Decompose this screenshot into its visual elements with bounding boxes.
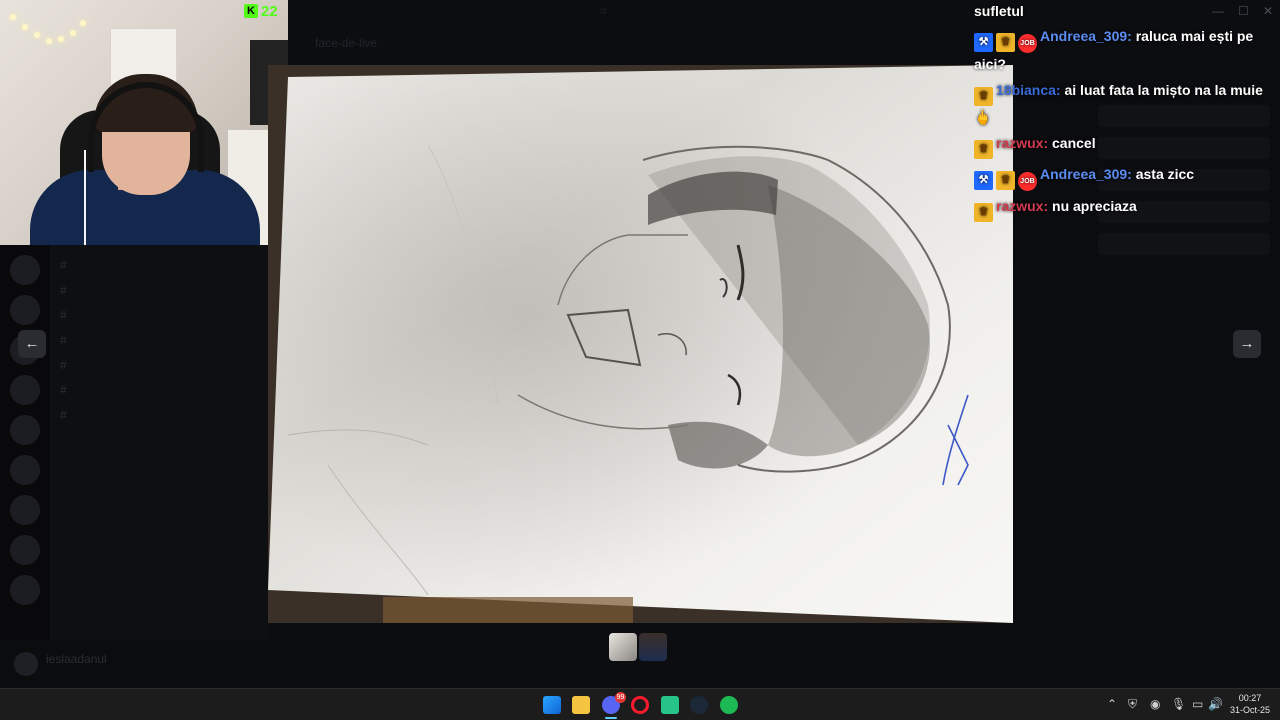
discord-notification-badge: 99 [615, 692, 626, 703]
server-icon[interactable] [10, 575, 40, 605]
drawing-thumbnail[interactable] [609, 633, 637, 661]
stream-chat-overlay: sufletul ⚒ ♛ JOB Andreea_309: raluca mai eș… [969, 0, 1274, 226]
chat-message: ⚒ ♛ JOB Andreea_309: raluca mai ești pe aic… [974, 25, 1270, 75]
window-title: ⌗ [600, 4, 607, 18]
viewer-count-badge: K 22 [244, 2, 278, 20]
headset-cable [84, 150, 86, 245]
job-badge-icon: JOB [1018, 34, 1037, 53]
fairy-light [10, 14, 16, 20]
chat-text: asta zicc [1135, 166, 1195, 182]
server-rail [0, 245, 50, 688]
fairy-light [22, 24, 28, 30]
chat-username[interactable]: Andreea_309: [1040, 166, 1132, 182]
chat-username[interactable]: razwux: [996, 198, 1048, 214]
vip-crown-icon: ♛ [996, 33, 1015, 52]
previous-image-button[interactable]: ← [18, 330, 46, 358]
channel-item-active[interactable]: # [60, 328, 268, 353]
moderator-badge-icon: ⚒ [974, 171, 993, 190]
member-item[interactable] [1098, 233, 1270, 255]
server-icon[interactable] [10, 495, 40, 525]
file-explorer-icon[interactable] [572, 696, 590, 714]
server-icon[interactable] [10, 535, 40, 565]
dim-channel-header: face-de-live [315, 36, 378, 50]
server-icon[interactable] [10, 415, 40, 445]
windows-start-icon[interactable] [543, 696, 561, 714]
chat-message: ♛ razwux: nu apreciaza [974, 195, 1270, 222]
vip-crown-icon: ♛ [974, 140, 993, 159]
system-clock[interactable]: 00:27 31-Oct-25 [1228, 692, 1272, 716]
server-icon[interactable] [10, 255, 40, 285]
spotify-icon[interactable] [720, 696, 738, 714]
channel-item[interactable]: # [60, 253, 268, 278]
channel-item[interactable]: # [60, 353, 268, 378]
webcam-overlay: K 22 [0, 0, 288, 245]
user-panel: ieslaadanul [0, 640, 268, 688]
chat-message: ♛ 18bianca: ai luat fata la mișto na la m… [974, 79, 1270, 128]
opera-gx-icon[interactable] [631, 696, 649, 714]
username: ieslaadanul [46, 652, 107, 666]
server-icon[interactable] [10, 295, 40, 325]
channel-item[interactable]: # [60, 403, 268, 428]
fairy-light [46, 38, 52, 44]
fairy-light [58, 36, 64, 42]
server-icon[interactable] [10, 455, 40, 485]
arrow-left-icon: ← [24, 335, 40, 352]
active-app-indicator [605, 717, 617, 719]
fairy-light [34, 32, 40, 38]
chat-text: cancel [1052, 135, 1096, 151]
vip-crown-icon: ♛ [974, 87, 993, 106]
kick-icon: K [244, 4, 258, 18]
chevron-up-icon[interactable]: ⌃ [1107, 697, 1117, 711]
clock-time: 00:27 [1238, 693, 1262, 703]
volume-icon[interactable]: 🔊 [1208, 697, 1223, 711]
chat-username[interactable]: Andreea_309: [1040, 28, 1132, 44]
moderator-badge-icon: ⚒ [974, 33, 993, 52]
chat-message: ♛ razwux: cancel [974, 132, 1270, 159]
channel-item[interactable]: # [60, 378, 268, 403]
image-thumbnails [609, 633, 667, 663]
chat-message: ⚒ ♛ JOB Andreea_309: asta zicc [974, 163, 1270, 191]
channel-item[interactable]: # [60, 278, 268, 303]
chat-text: nu apreciaza [1052, 198, 1137, 214]
microphone-icon[interactable]: 🎙 [1171, 697, 1186, 711]
discord-tray-icon[interactable]: ◉ [1150, 697, 1160, 711]
arrow-right-icon: → [1239, 335, 1255, 352]
server-icon[interactable] [10, 375, 40, 405]
security-icon[interactable]: ⛨ [1128, 697, 1137, 712]
fairy-light [80, 20, 86, 26]
channel-item[interactable]: # [60, 303, 268, 328]
fairy-light [70, 30, 76, 36]
viewer-count: 22 [261, 2, 278, 20]
app-icon[interactable] [661, 696, 679, 714]
image-viewer-photo [268, 65, 1013, 623]
next-image-button[interactable]: → [1233, 330, 1261, 358]
vip-crown-icon: ♛ [996, 171, 1015, 190]
steam-icon[interactable] [690, 696, 708, 714]
job-badge-icon: JOB [1018, 172, 1037, 191]
channel-list: # # # # # # # [50, 245, 268, 640]
clock-date: 31-Oct-25 [1229, 705, 1271, 715]
chat-fragment: sufletul [974, 3, 1024, 19]
vip-crown-icon: ♛ [974, 203, 993, 222]
chat-username[interactable]: razwux: [996, 135, 1048, 151]
portrait-drawing [268, 65, 1013, 623]
webcam-thumbnail[interactable] [639, 633, 667, 661]
avatar[interactable] [14, 652, 38, 676]
chat-username[interactable]: 18bianca: [996, 82, 1061, 98]
network-icon[interactable]: ▭ [1192, 697, 1203, 711]
